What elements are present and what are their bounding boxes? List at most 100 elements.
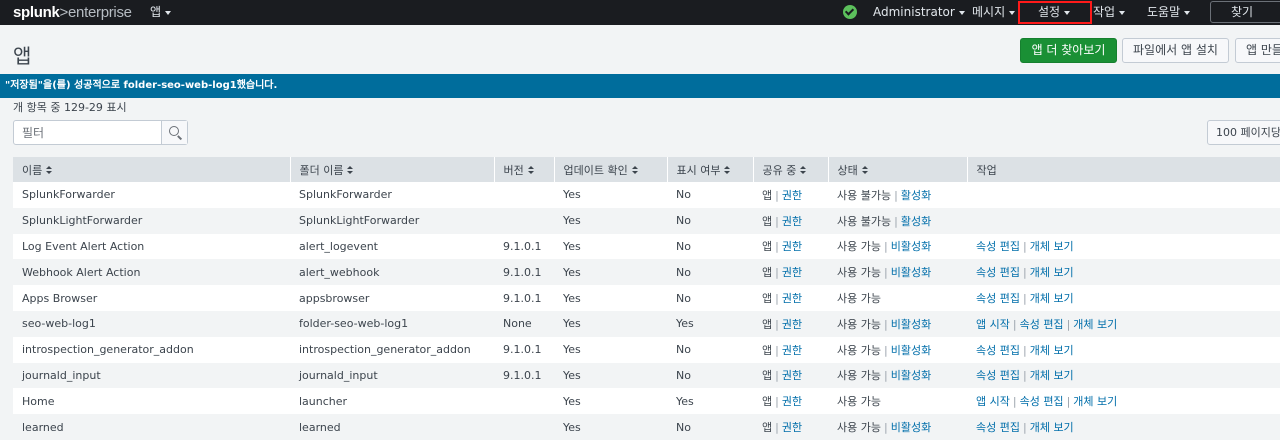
column-header-update-check[interactable]: 업데이트 확인 [554, 157, 668, 182]
create-app-button[interactable]: 앱 만들기 [1235, 38, 1280, 63]
action-link[interactable]: 속성 편집 [1020, 395, 1064, 408]
separator: | [775, 240, 779, 254]
toggle-status-link[interactable]: 비활성화 [891, 318, 931, 331]
folder-name-cell: appsbrowser [290, 285, 494, 311]
column-header-label: 상태 [837, 163, 858, 177]
version-cell: 9.1.0.1 [494, 259, 554, 286]
column-header-label: 폴더 이름 [299, 163, 344, 177]
sharing-app-label: 앱 [762, 214, 773, 228]
action-link[interactable]: 속성 편집 [976, 344, 1020, 357]
activity-menu[interactable]: 작업 [1093, 0, 1126, 25]
action-link[interactable]: 속성 편집 [1020, 318, 1064, 331]
permissions-link[interactable]: 권한 [782, 240, 802, 253]
visible-cell: No [667, 182, 753, 208]
action-link[interactable]: 개체 보기 [1073, 318, 1117, 331]
permissions-link[interactable]: 권한 [782, 266, 802, 279]
sharing-cell: 앱 | 권한 [753, 362, 828, 389]
column-header-label: 업데이트 확인 [563, 163, 628, 177]
separator: | [894, 214, 898, 228]
action-link[interactable]: 앱 시작 [976, 318, 1010, 331]
action-link[interactable]: 개체 보기 [1030, 421, 1074, 434]
find-button[interactable]: 찾기 [1210, 1, 1280, 23]
per-page-select[interactable]: 100 페이지당 [1207, 120, 1280, 145]
action-link[interactable]: 개체 보기 [1073, 395, 1117, 408]
column-header-folder[interactable]: 폴더 이름 [290, 157, 495, 182]
toggle-status-link[interactable]: 비활성화 [891, 344, 931, 357]
permissions-link[interactable]: 권한 [782, 421, 802, 434]
sharing-cell: 앱 | 권한 [753, 310, 828, 337]
table-row: introspection_generator_addon introspecti… [13, 336, 1280, 363]
toggle-status-link[interactable]: 비활성화 [891, 421, 931, 434]
toggle-status-link[interactable]: 활성화 [901, 189, 931, 202]
action-link[interactable]: 속성 편집 [976, 369, 1020, 382]
update-check-cell: Yes [554, 207, 667, 234]
version-cell [494, 388, 554, 415]
separator: | [1066, 395, 1071, 409]
sharing-app-label: 앱 [762, 369, 773, 383]
folder-name-cell: learned [290, 414, 494, 440]
actions-cell: 속성 편집 | 개체 보기 [967, 259, 1280, 286]
permissions-link[interactable]: 권한 [782, 215, 802, 228]
caret-down-icon [165, 10, 172, 15]
permissions-link[interactable]: 권한 [782, 369, 802, 382]
toggle-status-link[interactable]: 비활성화 [891, 266, 931, 279]
column-header-visible[interactable]: 표시 여부 [667, 157, 754, 182]
actions-cell: 속성 편집 | 개체 보기 [967, 362, 1280, 389]
permissions-link[interactable]: 권한 [782, 189, 802, 202]
update-check-cell: Yes [554, 310, 667, 337]
version-cell: None [494, 310, 554, 337]
action-link[interactable]: 속성 편집 [976, 266, 1020, 279]
separator: | [1012, 395, 1017, 409]
toggle-status-link[interactable]: 비활성화 [891, 369, 931, 382]
actions-cell [967, 182, 1280, 208]
status-label: 사용 가능 [837, 421, 881, 435]
toggle-status-link[interactable]: 비활성화 [891, 240, 931, 253]
action-link[interactable]: 앱 시작 [976, 395, 1010, 408]
permissions-link[interactable]: 권한 [782, 318, 802, 331]
filter-input[interactable] [14, 121, 162, 144]
action-link[interactable]: 개체 보기 [1030, 240, 1074, 253]
toggle-status-link[interactable]: 활성화 [901, 215, 931, 228]
separator: | [1022, 369, 1027, 383]
action-link[interactable]: 개체 보기 [1030, 369, 1074, 382]
column-header-name[interactable]: 이름 [13, 157, 291, 182]
update-check-cell: Yes [554, 233, 667, 260]
messages-menu-label: 메시지 [972, 5, 1006, 19]
version-cell [494, 207, 554, 234]
column-header-status[interactable]: 상태 [828, 157, 968, 182]
search-button[interactable] [161, 121, 187, 144]
visible-cell: No [667, 414, 753, 440]
separator: | [883, 317, 888, 331]
table-row: journald_input journald_input 9.1.0.1 Yes No… [13, 362, 1280, 389]
action-link[interactable]: 속성 편집 [976, 421, 1020, 434]
column-header-label: 이름 [22, 163, 43, 177]
messages-menu[interactable]: 메시지 [972, 0, 1016, 25]
browse-more-apps-button[interactable]: 앱 더 찾아보기 [1020, 38, 1117, 63]
update-check-cell: Yes [554, 362, 667, 389]
help-menu[interactable]: 도움말 [1147, 0, 1191, 25]
splunk-logo[interactable]: splunk>enterprise [13, 4, 132, 21]
status-label: 사용 불가능 [837, 214, 892, 228]
action-link[interactable]: 개체 보기 [1030, 344, 1074, 357]
column-header-version[interactable]: 버전 [494, 157, 555, 182]
install-from-file-button[interactable]: 파일에서 앱 설치 [1122, 38, 1229, 63]
action-link[interactable]: 개체 보기 [1030, 266, 1074, 279]
action-link[interactable]: 속성 편집 [976, 292, 1020, 305]
action-link[interactable]: 속성 편집 [976, 240, 1020, 253]
permissions-link[interactable]: 권한 [782, 292, 802, 305]
app-name-cell: Webhook Alert Action [13, 259, 290, 286]
caret-down-icon [1009, 10, 1016, 15]
permissions-link[interactable]: 권한 [782, 395, 802, 408]
item-count: 개 항목 중 129-29 표시 [13, 101, 127, 114]
apps-menu[interactable]: 앱 [150, 0, 172, 25]
health-status-icon[interactable] [843, 5, 857, 19]
column-header-label: 버전 [503, 163, 524, 177]
sort-icon [631, 166, 638, 175]
sort-icon [800, 166, 807, 175]
column-header-sharing[interactable]: 공유 중 [753, 157, 829, 182]
action-link[interactable]: 개체 보기 [1030, 292, 1074, 305]
column-header-label: 표시 여부 [676, 163, 721, 177]
permissions-link[interactable]: 권한 [782, 344, 802, 357]
user-menu[interactable]: Administrator [873, 0, 965, 25]
update-check-cell: Yes [554, 259, 667, 286]
